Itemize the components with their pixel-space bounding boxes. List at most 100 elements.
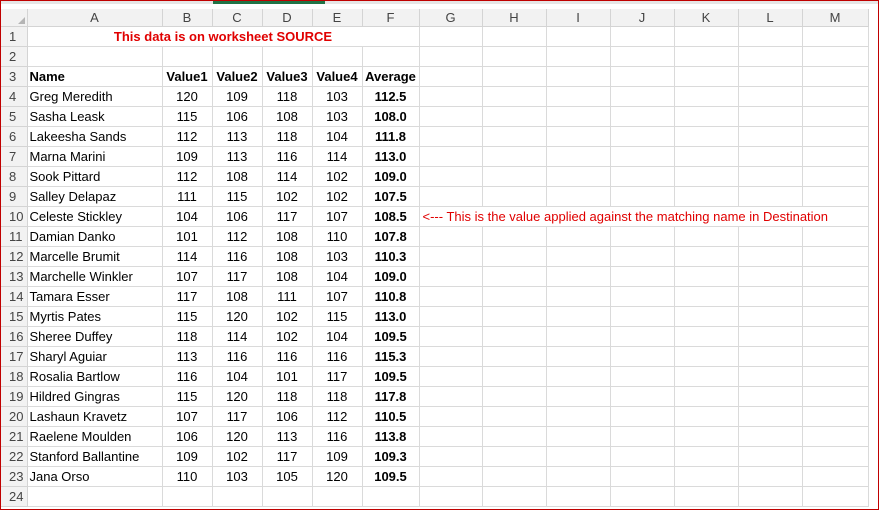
cell[interactable] [610,366,675,387]
cell[interactable] [738,426,803,447]
cell[interactable] [362,46,420,67]
cell[interactable] [610,106,675,127]
cell[interactable] [610,386,675,407]
cell[interactable] [546,146,611,167]
cell[interactable] [802,26,869,47]
cell[interactable] [674,26,739,47]
value-cell[interactable]: 116 [312,426,363,447]
cell[interactable] [738,26,803,47]
cell[interactable] [262,486,313,507]
value-cell[interactable]: 117 [212,406,263,427]
value-cell[interactable]: 102 [312,166,363,187]
cell[interactable] [419,286,483,307]
cell[interactable] [674,446,739,467]
cell[interactable] [802,266,869,287]
cell[interactable] [738,366,803,387]
average-cell[interactable]: 110.5 [362,406,420,427]
cell[interactable] [546,446,611,467]
cell[interactable] [482,386,547,407]
value-cell[interactable]: 107 [162,266,213,287]
cell[interactable] [419,306,483,327]
cell[interactable] [674,386,739,407]
cell[interactable] [610,346,675,367]
row-header[interactable]: 6 [1,126,28,147]
cell[interactable] [674,186,739,207]
cell[interactable] [27,46,163,67]
value-cell[interactable]: 117 [262,446,313,467]
average-cell[interactable]: 109.0 [362,166,420,187]
cell[interactable] [738,66,803,87]
value-cell[interactable]: 104 [162,206,213,227]
annotation-cell[interactable]: <--- This is the value applied against t… [419,206,869,227]
value-cell[interactable]: 112 [312,406,363,427]
row-header[interactable]: 18 [1,366,28,387]
cell[interactable] [802,66,869,87]
name-cell[interactable]: Sook Pittard [27,166,163,187]
cell[interactable] [802,326,869,347]
column-header-e[interactable]: E [312,9,363,27]
value-cell[interactable]: 120 [212,426,263,447]
cell[interactable] [738,186,803,207]
cell[interactable] [802,86,869,107]
value-cell[interactable]: 113 [162,346,213,367]
value-cell[interactable]: 102 [262,306,313,327]
cell[interactable] [419,426,483,447]
row-header[interactable]: 16 [1,326,28,347]
cell[interactable] [482,86,547,107]
name-cell[interactable]: Lashaun Kravetz [27,406,163,427]
header-v2[interactable]: Value2 [212,66,263,87]
name-cell[interactable]: Damian Danko [27,226,163,247]
value-cell[interactable]: 109 [162,446,213,467]
cell[interactable] [546,426,611,447]
cell[interactable] [419,386,483,407]
name-cell[interactable]: Celeste Stickley [27,206,163,227]
cell[interactable] [419,106,483,127]
value-cell[interactable]: 108 [262,246,313,267]
header-avg[interactable]: Average [362,66,420,87]
cell[interactable] [610,246,675,267]
name-cell[interactable]: Raelene Moulden [27,426,163,447]
cell[interactable] [212,46,263,67]
row-header[interactable]: 3 [1,66,28,87]
average-cell[interactable]: 109.5 [362,326,420,347]
cell[interactable] [674,286,739,307]
value-cell[interactable]: 104 [212,366,263,387]
row-header[interactable]: 4 [1,86,28,107]
cell[interactable] [546,346,611,367]
row-header[interactable]: 12 [1,246,28,267]
header-v4[interactable]: Value4 [312,66,363,87]
row-header[interactable]: 11 [1,226,28,247]
cell[interactable] [546,86,611,107]
value-cell[interactable]: 116 [212,246,263,267]
cell[interactable] [419,406,483,427]
column-header-j[interactable]: J [610,9,675,27]
row-header[interactable]: 22 [1,446,28,467]
average-cell[interactable]: 109.5 [362,466,420,487]
cell[interactable] [802,386,869,407]
column-header-l[interactable]: L [738,9,803,27]
value-cell[interactable]: 116 [262,146,313,167]
average-cell[interactable]: 108.0 [362,106,420,127]
value-cell[interactable]: 114 [262,166,313,187]
cell[interactable] [802,106,869,127]
cell[interactable] [674,246,739,267]
cell[interactable] [738,166,803,187]
cell[interactable] [482,246,547,267]
value-cell[interactable]: 120 [212,386,263,407]
value-cell[interactable]: 112 [162,166,213,187]
column-header-d[interactable]: D [262,9,313,27]
value-cell[interactable]: 107 [312,286,363,307]
cell[interactable] [419,126,483,147]
average-cell[interactable]: 117.8 [362,386,420,407]
value-cell[interactable]: 113 [212,126,263,147]
cell[interactable] [802,306,869,327]
cell[interactable] [546,306,611,327]
cell[interactable] [674,306,739,327]
row-header[interactable]: 20 [1,406,28,427]
row-header[interactable]: 5 [1,106,28,127]
cell[interactable] [419,326,483,347]
row-header[interactable]: 7 [1,146,28,167]
name-cell[interactable]: Tamara Esser [27,286,163,307]
cell[interactable] [610,26,675,47]
value-cell[interactable]: 118 [262,386,313,407]
